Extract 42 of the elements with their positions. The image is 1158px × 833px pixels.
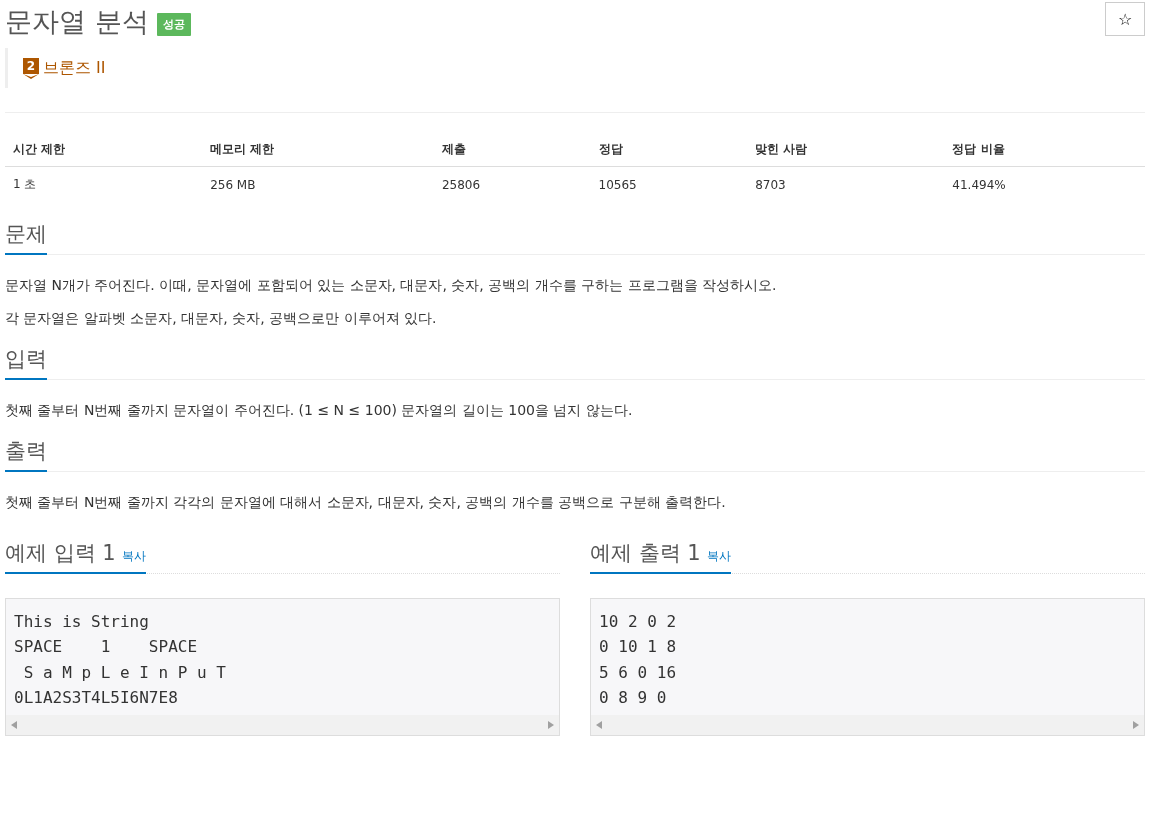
favorite-button[interactable]: ☆ (1105, 2, 1145, 36)
section-heading: 출력 (5, 438, 47, 472)
paragraph: 첫째 줄부터 N번째 줄까지 문자열이 주어진다. (1 ≤ N ≤ 100) 문자열의 길이는 100을 넘지 않는다. (5, 401, 634, 419)
copy-link[interactable]: 복사 (121, 548, 146, 563)
code-line: 0 10 1 8 (599, 636, 677, 659)
section-heading: 입력 (5, 346, 47, 380)
column-header: 제출 (433, 133, 591, 167)
table-cell: 1 초 (5, 166, 203, 202)
table-cell: 256 MB (202, 166, 434, 202)
problem-title: 문자열 분석 (5, 5, 149, 39)
table-cell: 25806 (433, 166, 591, 202)
tier-label[interactable]: 브론즈 II (43, 57, 106, 79)
code-line: 10 2 0 2 (599, 610, 677, 633)
column-header: 정답 (590, 133, 748, 167)
copy-link[interactable]: 복사 (706, 548, 731, 563)
column-header: 메모리 제한 (202, 133, 434, 167)
scroll-right-icon[interactable] (548, 720, 554, 729)
table-cell: 10565 (590, 166, 748, 202)
paragraph: 문자열 N개가 주어진다. 이때, 문자열에 포함되어 있는 소문자, 대문자, 숫자, 공백의 개수를 구하는 프로그램을 작성하시오. (5, 277, 778, 294)
section-heading: 문제 (5, 222, 47, 256)
scrollbar[interactable] (591, 714, 1144, 735)
table-cell: 8703 (747, 166, 945, 202)
scroll-left-icon[interactable] (596, 720, 602, 729)
sample-heading: 예제 출력 1 (590, 540, 701, 565)
scroll-left-icon[interactable] (11, 720, 17, 729)
code-line: SPACE 1 SPACE (14, 636, 198, 659)
code-line: 5 6 0 16 (599, 661, 677, 684)
column-header: 시간 제한 (5, 133, 203, 167)
paragraph: 첫째 줄부터 N번째 줄까지 각각의 문자열에 대해서 소문자, 대문자, 숫자, 공백의 개수를 공백으로 구분해 출력한다. (5, 493, 727, 511)
column-header: 정답 비율 (944, 133, 1145, 167)
scroll-right-icon[interactable] (1133, 720, 1139, 729)
code-line: 0 8 9 0 (599, 687, 667, 710)
paragraph: 각 문자열은 알파벳 소문자, 대문자, 숫자, 공백으로만 이루어져 있다. (5, 310, 438, 327)
code-line: S a M p L e I n P u T (22, 661, 226, 684)
table-cell: 41.494% (944, 166, 1145, 202)
code-line: 0L1A2S3T4L5I6N7E8 (14, 687, 178, 710)
scrollbar[interactable] (6, 714, 559, 735)
code-line: This is String (14, 610, 149, 633)
chevron-icon (23, 73, 39, 79)
column-header: 맞힌 사람 (747, 133, 945, 167)
sample-heading: 예제 입력 1 (5, 540, 116, 565)
result-badge: 성공 (156, 12, 191, 36)
